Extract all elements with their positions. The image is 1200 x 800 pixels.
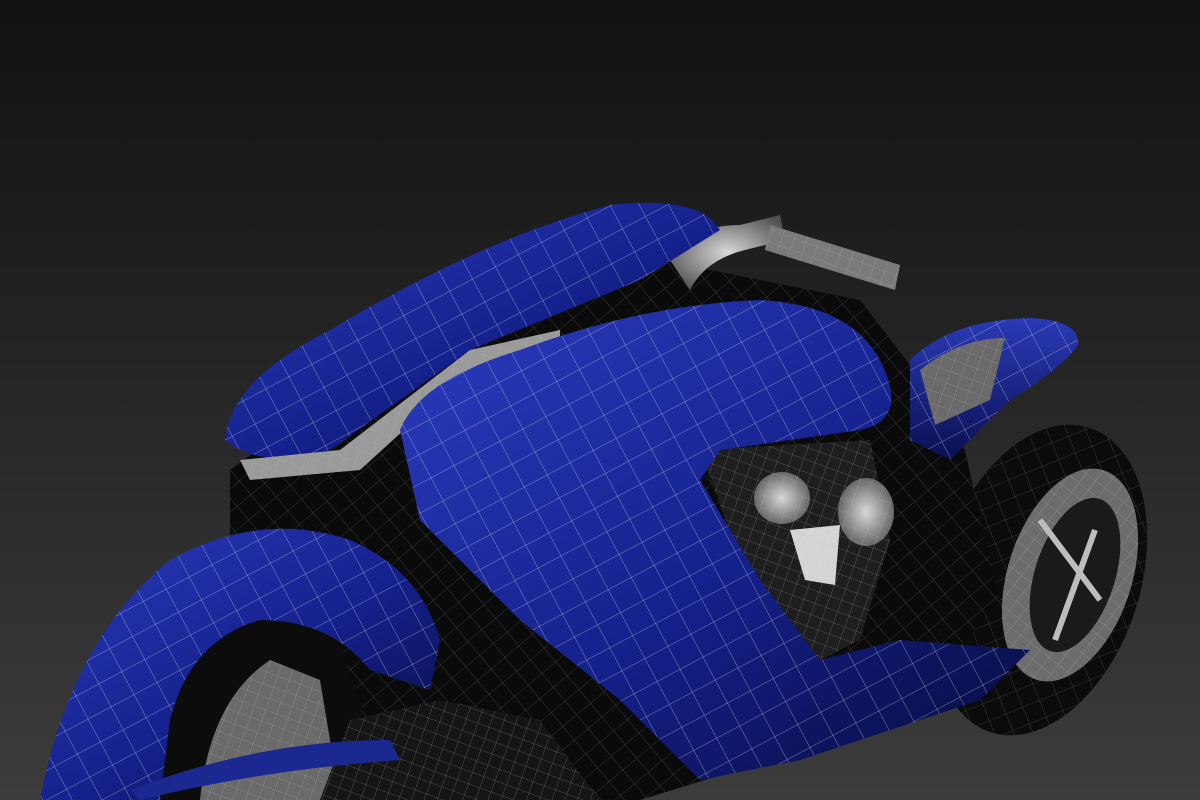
motorcycle-render [0, 0, 1200, 800]
3d-viewport[interactable] [0, 0, 1200, 800]
